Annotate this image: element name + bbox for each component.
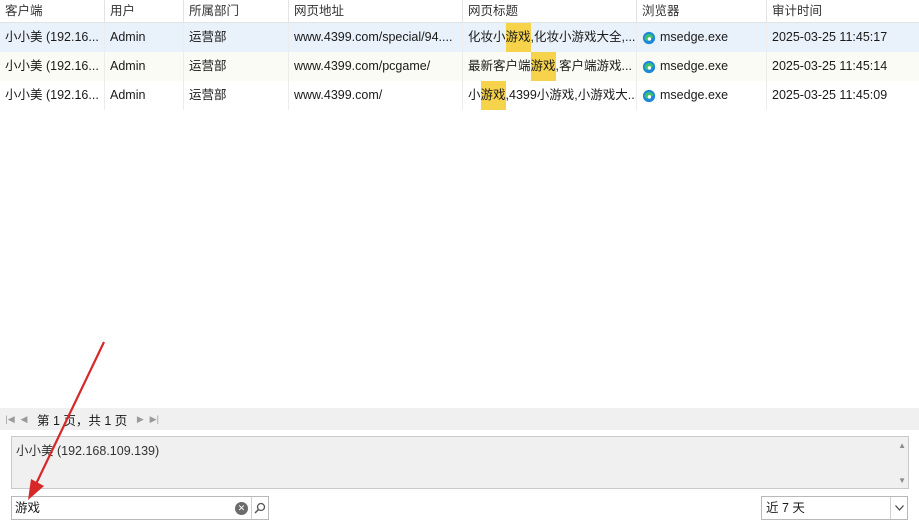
cell-client: 小小美 (192.16... (0, 52, 105, 81)
search-box: 游戏 ✕ (11, 496, 269, 520)
table-row[interactable]: 小小美 (192.16... Admin 运营部 www.4399.com/pc… (0, 52, 919, 81)
table-header: 客户端 用户 所属部门 网页地址 网页标题 浏览器 审计时间 (0, 0, 919, 23)
title-keyword-highlight: 游戏 (480, 81, 506, 110)
period-select[interactable]: 近 7 天 (761, 496, 908, 520)
cell-url: www.4399.com/pcgame/ (289, 52, 463, 81)
cell-department: 运营部 (184, 23, 289, 52)
browser-name: msedge.exe (660, 30, 729, 44)
title-text: 最新客户端 (468, 59, 531, 73)
cell-url: www.4399.com/special/94.... (289, 23, 463, 52)
cell-time: 2025-03-25 11:45:14 (772, 59, 888, 73)
page-indicator: 第 1 页，共 1 页 (37, 413, 128, 428)
cell-client: 小小美 (192.16... (0, 23, 105, 52)
details-text: 小小美 (192.168.109.139) (16, 444, 160, 458)
pagination-bar: |◀ ◀ 第 1 页，共 1 页 ▶ ▶| (0, 408, 919, 430)
column-header-user[interactable]: 用户 (105, 0, 184, 23)
cell-browser: msedge.exe (637, 52, 767, 81)
browser-name: msedge.exe (660, 88, 729, 102)
search-button[interactable] (251, 497, 268, 519)
cell-client: 小小美 (192.16... (0, 81, 105, 110)
column-header-browser[interactable]: 浏览器 (637, 0, 767, 23)
cell-title: 小游戏 ,4399小游戏,小游戏大... (463, 81, 637, 110)
column-header-time[interactable]: 审计时间 (767, 0, 919, 23)
title-text: 小 (468, 88, 481, 102)
table-row[interactable]: 小小美 (192.16... Admin 运营部 www.4399.com/ 小… (0, 81, 919, 110)
cell-url: www.4399.com/ (289, 81, 463, 110)
edge-browser-icon (642, 89, 656, 102)
cell-user: Admin (105, 23, 184, 52)
search-icon (254, 502, 266, 514)
title-keyword-highlight: 游戏 (530, 52, 556, 81)
column-header-url[interactable]: 网页地址 (289, 0, 463, 23)
first-page-icon[interactable]: |◀ (3, 412, 17, 426)
details-panel: 小小美 (192.168.109.139) ▲ ▼ (11, 436, 909, 489)
title-text: ,客户端游戏... (555, 59, 632, 73)
table-row[interactable]: 小小美 (192.16... Admin 运营部 www.4399.com/sp… (0, 23, 919, 52)
edge-browser-icon (642, 60, 656, 73)
cell-title: 最新客户端 游戏 ,客户端游戏... (463, 52, 637, 81)
title-text: 化妆小 (468, 30, 506, 44)
cell-time: 2025-03-25 11:45:09 (772, 88, 888, 102)
cell-title: 化妆小 游戏 ,化妆小游戏大全,... (463, 23, 637, 52)
audit-table: 客户端 用户 所属部门 网页地址 网页标题 浏览器 审计时间 小小美 (192.… (0, 0, 919, 110)
cell-user: Admin (105, 81, 184, 110)
column-header-title[interactable]: 网页标题 (463, 0, 637, 23)
previous-page-icon[interactable]: ◀ (17, 412, 31, 426)
title-text: ,4399小游戏,小游戏大... (505, 88, 637, 102)
next-page-icon[interactable]: ▶ (133, 412, 147, 426)
column-header-department[interactable]: 所属部门 (184, 0, 289, 23)
scroll-up-icon[interactable]: ▲ (898, 441, 906, 450)
cell-time: 2025-03-25 11:45:17 (772, 30, 888, 44)
cell-department: 运营部 (184, 52, 289, 81)
cell-user: Admin (105, 52, 184, 81)
browser-name: msedge.exe (660, 59, 729, 73)
cell-browser: msedge.exe (637, 81, 767, 110)
edge-browser-icon (642, 31, 656, 44)
cell-browser: msedge.exe (637, 23, 767, 52)
column-header-client[interactable]: 客户端 (0, 0, 105, 23)
last-page-icon[interactable]: ▶| (147, 412, 161, 426)
period-selected-value: 近 7 天 (766, 501, 805, 515)
search-input[interactable]: 游戏 (12, 497, 235, 519)
title-keyword-highlight: 游戏 (505, 23, 531, 52)
scroll-down-icon[interactable]: ▼ (898, 476, 906, 485)
chevron-down-icon[interactable] (890, 497, 907, 519)
title-text: ,化妆小游戏大全,... (530, 30, 636, 44)
clear-icon[interactable]: ✕ (235, 501, 248, 515)
cell-department: 运营部 (184, 81, 289, 110)
